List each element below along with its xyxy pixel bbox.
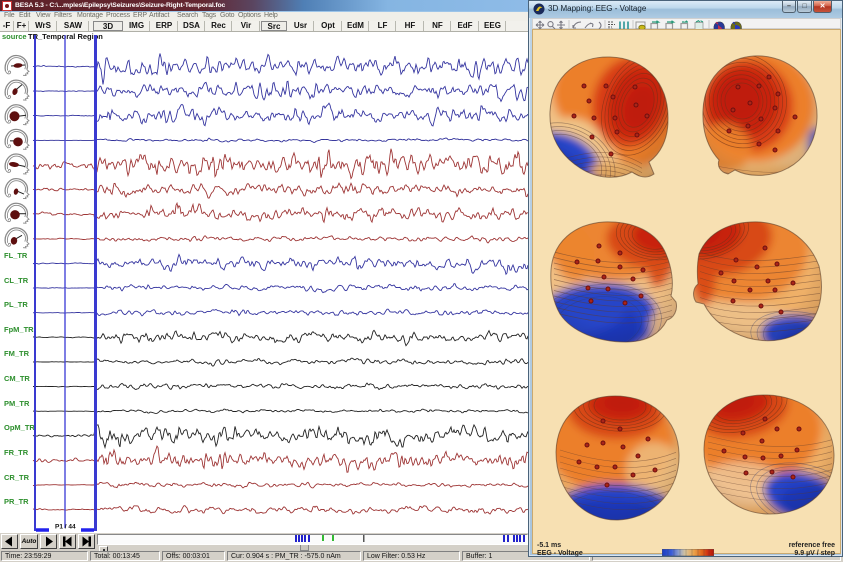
svg-text:PR_TR: PR_TR [4, 497, 29, 506]
svg-text:PM_TR: PM_TR [4, 399, 30, 408]
svg-text:FL_TR: FL_TR [4, 251, 28, 260]
svg-text:CR_TR: CR_TR [4, 473, 30, 482]
svg-text:CM_TR: CM_TR [4, 374, 30, 383]
svg-text:PL_TR: PL_TR [4, 300, 28, 309]
svg-text:FM_TR: FM_TR [4, 349, 30, 358]
svg-text:CL_TR: CL_TR [4, 276, 29, 285]
svg-text:FpM_TR: FpM_TR [4, 325, 34, 334]
svg-text:P1 / 44: P1 / 44 [55, 524, 76, 531]
svg-text:FR_TR: FR_TR [4, 448, 29, 457]
svg-text:OpM_TR: OpM_TR [4, 423, 35, 432]
